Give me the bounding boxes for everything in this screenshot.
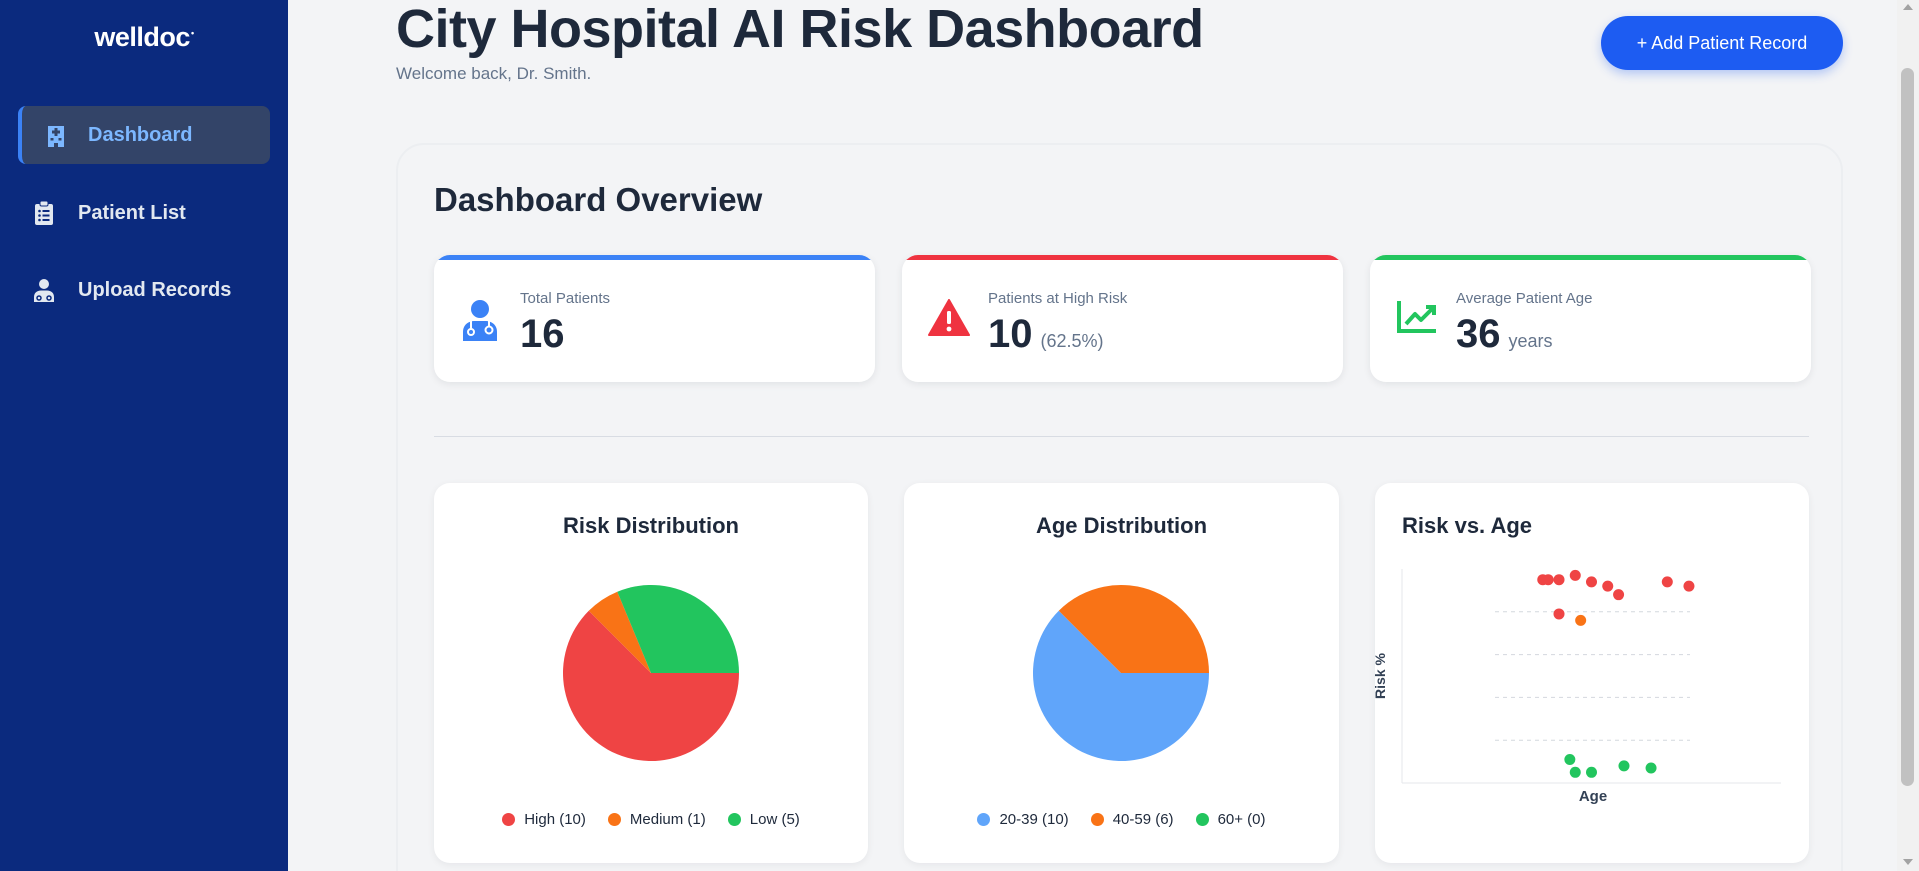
sidebar: welldoc• Dashboard Patient List Upload R… [0, 0, 288, 871]
scatter-point-low[interactable] [1645, 762, 1657, 774]
clipboard-list-icon [32, 201, 56, 225]
user-doctor-icon [32, 278, 56, 302]
chart-title: Risk Distribution [562, 513, 739, 538]
scatter-point-high[interactable] [1683, 580, 1695, 592]
stat-label: Patients at High Risk [988, 290, 1128, 307]
scatter-point-high[interactable] [1553, 574, 1565, 586]
stat-card-average-age: Average Patient Age 36 years [1370, 255, 1811, 382]
page-scrollbar[interactable] [1897, 0, 1919, 871]
stat-value: 36 years [1456, 312, 1553, 356]
risk-distribution-card: Risk Distribution High (10) Medium (1) L… [434, 483, 868, 863]
add-patient-record-button[interactable]: + Add Patient Record [1601, 16, 1843, 70]
legend-dot [977, 813, 991, 826]
scroll-down-arrow-icon[interactable] [1903, 859, 1913, 865]
stat-accent-bar [1370, 255, 1811, 260]
scatter-point-high[interactable] [1569, 569, 1581, 581]
stat-percentage: (62.5%) [1040, 331, 1104, 351]
legend-item-20-39[interactable]: 20-39 (10) [977, 811, 1069, 828]
sidebar-item-patient-list[interactable]: Patient List [18, 184, 270, 242]
warning-triangle-icon [928, 299, 970, 339]
legend-dot [1090, 813, 1104, 826]
stat-label: Average Patient Age [1456, 290, 1593, 307]
dashboard-overview-card: Dashboard Overview Total Patients 16 Pat… [396, 143, 1843, 871]
scatter-point-high[interactable] [1613, 589, 1625, 601]
scatter-point-high[interactable] [1586, 576, 1597, 588]
scatter-point-low[interactable] [1564, 753, 1576, 765]
stat-unit: years [1508, 331, 1553, 351]
legend-dot [502, 813, 516, 826]
scatter-point-medium[interactable] [1575, 614, 1587, 626]
y-axis-label: Risk % [1375, 652, 1388, 698]
trend-up-chart-icon [1396, 299, 1436, 339]
brand-logo[interactable]: welldoc• [0, 22, 288, 53]
stat-label: Total Patients [520, 290, 611, 307]
sidebar-item-dashboard[interactable]: Dashboard [18, 106, 270, 164]
stat-accent-bar [434, 255, 875, 260]
legend-item-40-59[interactable]: 40-59 (6) [1090, 811, 1174, 828]
sidebar-item-upload-records[interactable]: Upload Records [18, 261, 270, 319]
page-title: City Hospital AI Risk Dashboard [396, 0, 1204, 59]
hospital-icon [44, 123, 68, 147]
section-divider [434, 436, 1809, 437]
risk-vs-age-scatter: Age Risk % [1375, 569, 1781, 805]
scatter-point-high[interactable] [1602, 580, 1614, 592]
age-distribution-pie [1033, 585, 1209, 761]
scatter-point-low[interactable] [1618, 760, 1630, 772]
scatter-point-low[interactable] [1569, 766, 1581, 778]
chart-title: Age Distribution [1035, 513, 1208, 538]
risk-distribution-pie [563, 585, 739, 761]
welcome-subtitle: Welcome back, Dr. Smith. [396, 64, 592, 83]
scatter-point-low[interactable] [1586, 766, 1597, 778]
scatter-point-high[interactable] [1661, 576, 1673, 588]
stat-value: 10 (62.5%) [988, 312, 1104, 356]
age-distribution-card: Age Distribution 20-39 (10) 40-59 (6) 60… [904, 483, 1339, 863]
user-doctor-icon [460, 299, 500, 341]
sidebar-item-label: Dashboard [88, 123, 193, 146]
chart-legend: 20-39 (10) 40-59 (6) 60+ (0) [904, 811, 1339, 828]
stat-value: 16 [520, 312, 565, 356]
legend-item-low[interactable]: Low (5) [727, 811, 800, 828]
legend-item-high[interactable]: High (10) [502, 811, 586, 828]
legend-dot [1195, 813, 1209, 826]
sidebar-item-label: Patient List [78, 201, 186, 224]
scatter-point-high[interactable] [1542, 574, 1554, 586]
x-axis-label: Age [1579, 788, 1607, 805]
scatter-point-high[interactable] [1553, 608, 1565, 620]
legend-dot [727, 813, 741, 826]
stat-card-high-risk: Patients at High Risk 10 (62.5%) [902, 255, 1343, 382]
scroll-up-arrow-icon[interactable] [1903, 4, 1913, 10]
chart-legend: High (10) Medium (1) Low (5) [434, 811, 868, 828]
legend-item-60-plus[interactable]: 60+ (0) [1195, 811, 1266, 828]
stat-card-total-patients: Total Patients 16 [434, 255, 875, 382]
risk-vs-age-card: Risk vs. Age Age Risk % [1375, 483, 1809, 863]
sidebar-item-label: Upload Records [78, 278, 232, 301]
overview-title: Dashboard Overview [434, 181, 763, 218]
legend-item-medium[interactable]: Medium (1) [607, 811, 706, 828]
scrollbar-thumb[interactable] [1901, 68, 1914, 786]
legend-dot [607, 813, 621, 826]
stat-accent-bar [902, 255, 1343, 260]
